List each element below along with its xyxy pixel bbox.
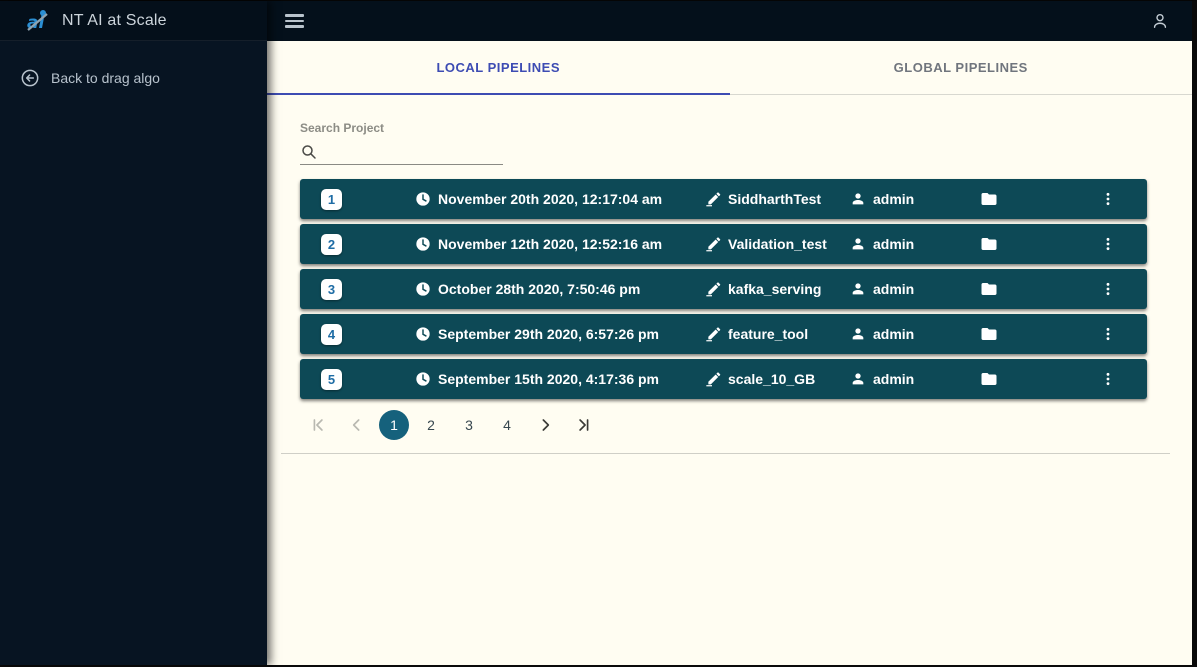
next-page-button[interactable] [529,409,561,441]
sidebar: ai NT AI at Scale Back to drag algo [0,1,267,665]
sidebar-item-back[interactable]: Back to drag algo [0,59,267,97]
last-page-button[interactable] [567,409,599,441]
person-icon [850,281,866,297]
active-tab-indicator [267,93,730,95]
main-area: LOCAL PIPELINES GLOBAL PIPELINES Search … [267,1,1192,665]
row-date: September 29th 2020, 6:57:26 pm [438,326,659,342]
row-index-badge: 1 [321,188,342,210]
page-button-1[interactable]: 1 [379,410,409,440]
pipeline-row-3[interactable]: 3 October 28th 2020, 7:50:46 pm kafka_se… [300,269,1147,309]
pipelines-tabbar: LOCAL PIPELINES GLOBAL PIPELINES [267,41,1192,95]
pipeline-row-1[interactable]: 1 November 20th 2020, 12:17:04 am Siddha… [300,179,1147,219]
tab-global-label: GLOBAL PIPELINES [893,60,1028,75]
page-button-4[interactable]: 4 [491,409,523,441]
clock-icon [415,281,431,297]
user-account-icon[interactable] [1150,11,1170,31]
search-field [300,143,503,165]
row-project-name: kafka_serving [728,281,822,297]
folder-icon[interactable] [980,325,998,343]
kebab-menu-icon[interactable] [1100,325,1116,343]
pipelines-table: 1 November 20th 2020, 12:17:04 am Siddha… [300,179,1147,399]
row-index-badge: 2 [321,233,342,255]
menu-icon[interactable] [285,14,304,28]
row-owner: admin [873,371,915,387]
row-date: November 20th 2020, 12:17:04 am [438,191,663,207]
pipeline-row-2[interactable]: 2 November 12th 2020, 12:52:16 am Valida… [300,224,1147,264]
row-project-name: scale_10_GB [728,371,816,387]
person-icon [850,236,866,252]
pipeline-row-4[interactable]: 4 September 29th 2020, 6:57:26 pm featur… [300,314,1147,354]
search-input[interactable] [324,145,503,161]
edit-icon [705,191,721,207]
pagination: 1 2 3 4 [303,409,1192,441]
person-icon [850,191,866,207]
edit-icon [705,281,721,297]
folder-icon[interactable] [980,235,998,253]
pipeline-row-5[interactable]: 5 September 15th 2020, 4:17:36 pm scale_… [300,359,1147,399]
clock-icon [415,191,431,207]
row-project-name: SiddharthTest [728,191,822,207]
edit-icon [705,326,721,342]
kebab-menu-icon[interactable] [1100,280,1116,298]
edit-icon [705,236,721,252]
tab-local-label: LOCAL PIPELINES [436,60,561,75]
kebab-menu-icon[interactable] [1100,235,1116,253]
topbar [267,1,1192,41]
previous-page-button[interactable] [341,409,373,441]
edit-icon [705,371,721,387]
row-index-badge: 4 [321,323,342,345]
row-index-badge: 5 [321,368,342,390]
folder-icon[interactable] [980,280,998,298]
person-icon [850,326,866,342]
search-block: Search Project [300,121,1192,165]
kebab-menu-icon[interactable] [1100,190,1116,208]
row-project-name: feature_tool [728,326,809,342]
row-date: September 15th 2020, 4:17:36 pm [438,371,659,387]
clock-icon [415,326,431,342]
row-owner: admin [873,281,915,297]
row-date: October 28th 2020, 7:50:46 pm [438,281,641,297]
row-owner: admin [873,236,915,252]
row-owner: admin [873,191,915,207]
app-title: NT AI at Scale [62,11,167,29]
app-window: ai NT AI at Scale Back to drag algo [0,0,1197,667]
row-index-badge: 3 [321,278,342,300]
search-label: Search Project [300,121,385,135]
clock-icon [415,371,431,387]
arrow-circle-left-icon [20,68,40,88]
clock-icon [415,236,431,252]
row-date: November 12th 2020, 12:52:16 am [438,236,663,252]
search-icon [300,143,318,161]
content-area: LOCAL PIPELINES GLOBAL PIPELINES Search … [267,41,1192,665]
tab-local-pipelines[interactable]: LOCAL PIPELINES [267,41,730,94]
row-project-name: Validation_test [728,236,827,252]
section-divider [281,453,1170,454]
row-owner: admin [873,326,915,342]
logo-icon: ai [26,9,52,33]
first-page-button[interactable] [303,409,335,441]
folder-icon[interactable] [980,370,998,388]
page-button-3[interactable]: 3 [453,409,485,441]
folder-icon[interactable] [980,190,998,208]
app-logo[interactable]: ai NT AI at Scale [0,1,267,41]
person-icon [850,371,866,387]
back-item-label: Back to drag algo [51,70,160,86]
kebab-menu-icon[interactable] [1100,370,1116,388]
tab-global-pipelines[interactable]: GLOBAL PIPELINES [730,41,1193,94]
page-button-2[interactable]: 2 [415,409,447,441]
